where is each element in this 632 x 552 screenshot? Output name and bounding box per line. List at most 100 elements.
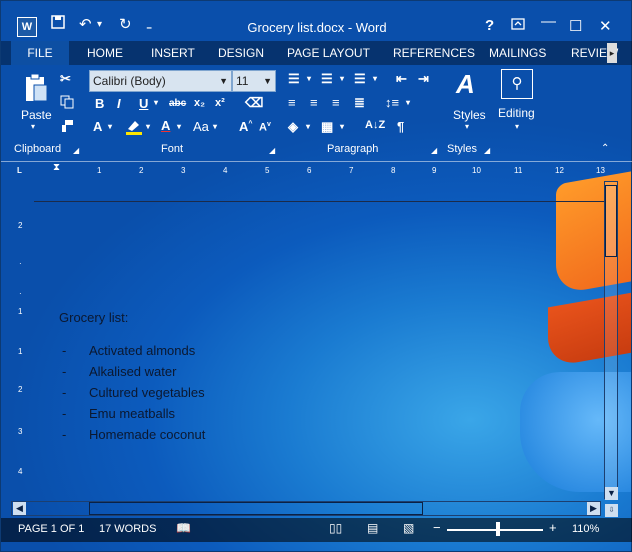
collapse-ribbon-icon[interactable]: ⌃ — [601, 143, 609, 154]
align-left-icon[interactable]: ≡ — [288, 95, 296, 110]
scroll-left-icon[interactable]: ◀ — [13, 502, 26, 515]
binoculars-icon[interactable]: ⚲ — [501, 69, 533, 99]
italic-icon[interactable]: I — [117, 96, 121, 111]
chevron-down-icon[interactable]: ▾ — [177, 122, 181, 131]
chevron-down-icon[interactable]: ▾ — [340, 122, 344, 131]
format-painter-icon[interactable] — [60, 119, 74, 136]
minimize-button[interactable]: — — [541, 13, 556, 30]
grow-font-icon[interactable]: A^ — [239, 119, 252, 134]
shrink-font-icon[interactable]: Av — [259, 121, 271, 134]
bold-icon[interactable]: B — [95, 96, 104, 111]
title-bar: W ↶ ▾ ↻ ₌ Grocery list.docx - Word ? — ☐… — [1, 1, 632, 41]
clear-formatting-icon[interactable]: ⌫ — [245, 95, 263, 111]
zoom-level[interactable]: 110% — [572, 523, 599, 535]
chevron-down-icon[interactable]: ▾ — [515, 122, 519, 131]
ribbon-display-options-icon[interactable] — [511, 17, 525, 34]
strikethrough-icon[interactable]: abc — [169, 98, 186, 109]
align-right-icon[interactable]: ≡ — [332, 95, 340, 110]
scroll-right-icon[interactable]: ▶ — [587, 502, 600, 515]
editing-button[interactable]: Editing — [498, 106, 535, 120]
font-name-value: Calibri (Body) — [93, 74, 166, 88]
zoom-in-button[interactable]: + — [549, 520, 557, 535]
print-layout-icon[interactable]: ▤ — [367, 521, 378, 535]
font-name-select[interactable]: Calibri (Body) ▼ — [89, 70, 232, 92]
horizontal-scroll-thumb[interactable] — [89, 502, 423, 515]
increase-indent-icon[interactable]: ⇥ — [418, 71, 429, 87]
font-color-icon[interactable]: A — [161, 118, 170, 133]
paste-icon[interactable] — [23, 73, 49, 106]
chevron-down-icon[interactable]: ▾ — [146, 122, 150, 131]
bullets-icon[interactable]: ☰ — [288, 71, 300, 87]
paste-button[interactable]: Paste — [21, 108, 52, 122]
align-center-icon[interactable]: ≡ — [310, 95, 318, 110]
clipboard-launcher-icon[interactable]: ◢ — [73, 146, 79, 155]
help-button[interactable]: ? — [485, 17, 494, 34]
line-spacing-icon[interactable]: ↕≡ — [385, 95, 399, 110]
scroll-down-icon[interactable]: ▼ — [605, 487, 618, 500]
cut-icon[interactable]: ✂ — [60, 71, 71, 87]
tab-references[interactable]: REFERENCES — [393, 41, 475, 65]
paste-dropdown-icon[interactable]: ▾ — [31, 122, 35, 131]
justify-icon[interactable]: ≣ — [354, 95, 365, 111]
borders-icon[interactable]: ▦ — [321, 119, 333, 135]
change-case-icon[interactable]: Aa — [193, 119, 209, 134]
maximize-button[interactable]: ☐ — [569, 17, 582, 35]
font-launcher-icon[interactable]: ◢ — [269, 146, 275, 155]
styles-launcher-icon[interactable]: ◢ — [484, 146, 490, 155]
numbering-icon[interactable]: ☰ — [321, 71, 333, 87]
chevron-down-icon[interactable]: ▾ — [213, 122, 217, 131]
chevron-down-icon[interactable]: ▾ — [307, 74, 311, 83]
show-marks-icon[interactable]: ¶ — [397, 119, 404, 134]
zoom-slider-thumb[interactable] — [496, 522, 500, 536]
underline-dropdown-icon[interactable]: ▾ — [154, 98, 158, 107]
ruler-label: 3 — [18, 427, 23, 436]
superscript-icon[interactable]: x² — [215, 97, 225, 109]
tab-insert[interactable]: INSERT — [151, 41, 195, 65]
zoom-slider-track[interactable] — [447, 529, 543, 531]
tab-file[interactable]: FILE — [11, 41, 69, 65]
web-layout-icon[interactable]: ▧ — [403, 521, 414, 535]
chevron-down-icon[interactable]: ▾ — [465, 122, 469, 131]
styles-button[interactable]: Styles — [453, 108, 486, 122]
tab-page-layout[interactable]: PAGE LAYOUT — [287, 41, 370, 65]
copy-icon[interactable] — [60, 95, 74, 112]
styles-icon[interactable]: A — [456, 69, 475, 100]
zoom-out-button[interactable]: − — [433, 520, 441, 535]
ruler-label: 1 — [97, 166, 102, 175]
tab-mailings[interactable]: MAILINGS — [489, 41, 546, 65]
list-item-text: Alkalised water — [89, 364, 177, 379]
tab-home[interactable]: HOME — [87, 41, 123, 65]
vertical-ruler[interactable]: 2 · · 1 1 2 3 4 — [18, 219, 28, 499]
page-count[interactable]: PAGE 1 OF 1 — [18, 523, 84, 535]
chevron-down-icon[interactable]: ▾ — [406, 98, 410, 107]
ruler-label: 12 — [555, 166, 564, 175]
horizontal-ruler[interactable]: L ⧗ 1 2 3 4 5 6 7 8 9 10 11 12 13 — [1, 161, 632, 179]
multilevel-list-icon[interactable]: ☰ — [354, 71, 366, 87]
tab-scroll-right-icon[interactable]: ▸ — [607, 43, 617, 63]
highlight-color-icon[interactable] — [125, 119, 143, 138]
chevron-down-icon[interactable]: ▾ — [373, 74, 377, 83]
subscript-icon[interactable]: x₂ — [194, 97, 205, 109]
proofing-icon[interactable]: 📖 — [176, 521, 191, 535]
decrease-indent-icon[interactable]: ⇤ — [396, 71, 407, 87]
paragraph-launcher-icon[interactable]: ◢ — [431, 146, 437, 155]
next-page-icon[interactable]: ⇩ — [605, 504, 618, 517]
ruler-label: 11 — [514, 166, 523, 175]
document-heading[interactable]: Grocery list: — [59, 310, 128, 325]
close-button[interactable]: ✕ — [599, 17, 612, 35]
text-effects-icon[interactable]: A — [93, 119, 102, 134]
underline-icon[interactable]: U — [139, 96, 148, 111]
chevron-down-icon: ▼ — [263, 76, 272, 86]
tab-design[interactable]: DESIGN — [218, 41, 264, 65]
sort-icon[interactable]: A↓Z — [365, 119, 385, 131]
chevron-down-icon[interactable]: ▾ — [306, 122, 310, 131]
chevron-down-icon[interactable]: ▾ — [108, 122, 112, 131]
read-mode-icon[interactable]: ▯▯ — [329, 521, 342, 535]
chevron-down-icon[interactable]: ▾ — [340, 74, 344, 83]
tab-selector-icon[interactable]: L — [17, 166, 22, 175]
font-size-select[interactable]: 11 ▼ — [232, 70, 276, 92]
vertical-scroll-thumb[interactable] — [605, 185, 617, 257]
shading-icon[interactable]: ◈ — [288, 119, 298, 135]
indent-marker-icon[interactable]: ⧗ — [53, 162, 60, 173]
word-count[interactable]: 17 WORDS — [99, 523, 156, 535]
